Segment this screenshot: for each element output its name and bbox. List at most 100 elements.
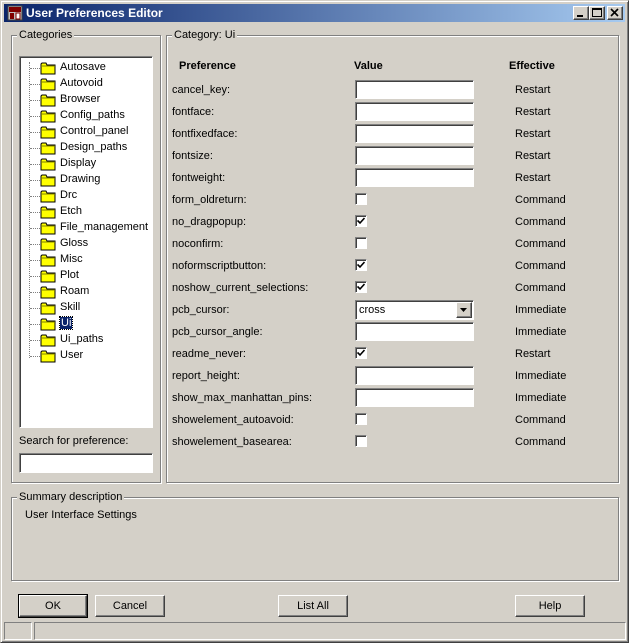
category-item-display[interactable]: Display (20, 156, 170, 172)
pref-label-noconfirm: noconfirm: (172, 238, 224, 250)
tree-connector (30, 132, 40, 133)
category-item-skill[interactable]: Skill (20, 300, 170, 316)
pref-input-fontweight[interactable] (355, 168, 474, 187)
category-item-label: Plot (60, 269, 79, 281)
category-item-plot[interactable]: Plot (20, 268, 170, 284)
pref-input-cancel-key[interactable] (355, 80, 474, 99)
checkmark-icon (357, 283, 365, 291)
folder-icon (40, 334, 56, 347)
pref-label-showelement-basearea: showelement_basearea: (172, 436, 292, 448)
category-item-browser[interactable]: Browser (20, 92, 170, 108)
tree-connector (30, 276, 40, 277)
effective-header: Effective (509, 60, 555, 72)
pref-effective-showelement-autoavoid: Command (515, 414, 566, 426)
dropdown-button[interactable] (456, 302, 472, 318)
category-item-misc[interactable]: Misc (20, 252, 170, 268)
category-item-roam[interactable]: Roam (20, 284, 170, 300)
pref-input-report-height[interactable] (355, 366, 474, 385)
chevron-down-icon (460, 308, 467, 312)
pref-label-show-max-manhattan-pins: show_max_manhattan_pins: (172, 392, 313, 404)
search-label: Search for preference: (19, 435, 129, 447)
pref-label-no-dragpopup: no_dragpopup: (172, 216, 247, 228)
category-item-autosave[interactable]: Autosave (20, 60, 170, 76)
pref-select-pcb-cursor[interactable]: cross (355, 300, 474, 320)
pref-label-form-oldreturn: form_oldreturn: (172, 194, 247, 206)
pref-checkbox-no-dragpopup[interactable] (355, 215, 367, 227)
category-item-drc[interactable]: Drc (20, 188, 170, 204)
pref-checkbox-noconfirm[interactable] (355, 237, 367, 249)
pref-effective-show-max-manhattan-pins: Immediate (515, 392, 567, 404)
checkmark-icon (357, 217, 365, 225)
status-pane-main (34, 622, 626, 640)
folder-icon (40, 206, 56, 219)
pref-label-fontweight: fontweight: (172, 172, 226, 184)
pref-checkbox-noshow-current-selections[interactable] (355, 281, 367, 293)
pref-input-fontfixedface[interactable] (355, 124, 474, 143)
folder-icon (40, 126, 56, 139)
folder-icon (40, 62, 56, 75)
tree-connector (30, 228, 40, 229)
pref-effective-pcb-cursor-angle: Immediate (515, 326, 567, 338)
search-input[interactable] (19, 453, 153, 473)
value-header: Value (354, 60, 383, 72)
maximize-button[interactable] (589, 6, 605, 20)
category-item-autovoid[interactable]: Autovoid (20, 76, 170, 92)
close-button[interactable] (607, 6, 623, 20)
category-tree-items: Autosave Autovoid Browser Config_paths Contr… (20, 60, 150, 380)
list-all-button[interactable]: List All (278, 595, 348, 617)
category-item-control_panel[interactable]: Control_panel (20, 124, 170, 140)
pref-checkbox-showelement-autoavoid[interactable] (355, 413, 367, 425)
category-item-ui[interactable]: Ui (20, 316, 170, 332)
pref-checkbox-form-oldreturn[interactable] (355, 193, 367, 205)
category-item-etch[interactable]: Etch (20, 204, 170, 220)
category-tree[interactable]: Autosave Autovoid Browser Config_paths Contr… (19, 56, 153, 428)
title-bar[interactable]: User Preferences Editor (4, 4, 625, 22)
tree-connector (30, 244, 40, 245)
folder-icon (40, 110, 56, 123)
minimize-icon (577, 15, 583, 17)
app-icon (7, 5, 23, 21)
tree-connector (30, 116, 40, 117)
category-item-gloss[interactable]: Gloss (20, 236, 170, 252)
checkmark-icon (357, 349, 365, 357)
minimize-button[interactable] (573, 6, 589, 20)
tree-connector (30, 164, 40, 165)
folder-icon (40, 222, 56, 235)
category-item-label: Config_paths (60, 109, 125, 121)
window-title: User Preferences Editor (26, 6, 163, 20)
category-item-label: Design_paths (60, 141, 128, 153)
category-item-label: Drawing (60, 173, 101, 185)
tree-connector (30, 324, 40, 325)
folder-icon (40, 254, 56, 267)
cancel-button[interactable]: Cancel (95, 595, 165, 617)
pref-input-show-max-manhattan-pins[interactable] (355, 388, 474, 407)
pref-effective-pcb-cursor: Immediate (515, 304, 567, 316)
pref-input-fontface[interactable] (355, 102, 474, 121)
category-item-design_paths[interactable]: Design_paths (20, 140, 170, 156)
pref-effective-fontweight: Restart (515, 172, 551, 184)
category-item-drawing[interactable]: Drawing (20, 172, 170, 188)
category-item-file_management[interactable]: File_management (20, 220, 170, 236)
pref-label-fontface: fontface: (172, 106, 215, 118)
pref-effective-fontface: Restart (515, 106, 551, 118)
help-button[interactable]: Help (515, 595, 585, 617)
category-item-user[interactable]: User (20, 348, 170, 364)
pref-checkbox-readme-never[interactable] (355, 347, 367, 359)
pref-input-fontsize[interactable] (355, 146, 474, 165)
ok-button[interactable]: OK (18, 594, 88, 618)
pref-effective-no-dragpopup: Command (515, 216, 566, 228)
folder-icon (40, 190, 56, 203)
tree-connector (30, 100, 40, 101)
folder-icon (40, 158, 56, 171)
category-item-config_paths[interactable]: Config_paths (20, 108, 170, 124)
folder-icon (40, 302, 56, 315)
category-item-ui_paths[interactable]: Ui_paths (20, 332, 170, 348)
folder-icon (40, 238, 56, 251)
pref-input-pcb-cursor-angle[interactable] (355, 322, 474, 341)
category-item-label: Autovoid (60, 77, 103, 89)
tree-connector (30, 292, 40, 293)
folder-icon (40, 350, 56, 363)
pref-checkbox-noformscriptbutton[interactable] (355, 259, 367, 271)
category-group-label: Category: Ui (172, 29, 238, 41)
pref-checkbox-showelement-basearea[interactable] (355, 435, 367, 447)
